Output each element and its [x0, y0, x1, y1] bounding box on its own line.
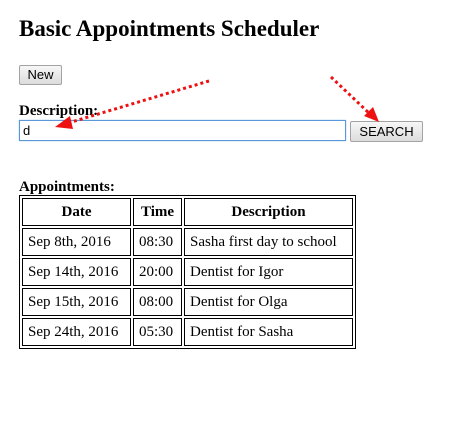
cell-date: Sep 24th, 2016: [22, 318, 131, 346]
table-row: Sep 8th, 2016 08:30 Sasha first day to s…: [22, 228, 353, 256]
cell-description: Dentist for Sasha: [184, 318, 353, 346]
description-label: Description:: [19, 103, 99, 119]
cell-date: Sep 8th, 2016: [22, 228, 131, 256]
table-row: Sep 14th, 2016 20:00 Dentist for Igor: [22, 258, 353, 286]
cell-date: Sep 15th, 2016: [22, 288, 131, 316]
new-button[interactable]: New: [19, 65, 62, 85]
appointments-table: Date Time Description Sep 8th, 2016 08:3…: [19, 195, 356, 349]
cell-time: 08:30: [133, 228, 182, 256]
cell-date: Sep 14th, 2016: [22, 258, 131, 286]
column-header-description: Description: [184, 198, 353, 226]
description-input[interactable]: [19, 120, 346, 141]
column-header-time: Time: [133, 198, 182, 226]
table-header-row: Date Time Description: [22, 198, 353, 226]
dotted-arrow-icon: [329, 75, 379, 122]
column-header-date: Date: [22, 198, 131, 226]
page-title: Basic Appointments Scheduler: [19, 16, 320, 41]
search-button[interactable]: SEARCH: [350, 121, 423, 142]
cell-description: Sasha first day to school: [184, 228, 353, 256]
cell-time: 20:00: [133, 258, 182, 286]
cell-time: 05:30: [133, 318, 182, 346]
cell-description: Dentist for Olga: [184, 288, 353, 316]
table-row: Sep 15th, 2016 08:00 Dentist for Olga: [22, 288, 353, 316]
table-row: Sep 24th, 2016 05:30 Dentist for Sasha: [22, 318, 353, 346]
cell-description: Dentist for Igor: [184, 258, 353, 286]
appointments-caption: Appointments:: [19, 179, 115, 195]
cell-time: 08:00: [133, 288, 182, 316]
